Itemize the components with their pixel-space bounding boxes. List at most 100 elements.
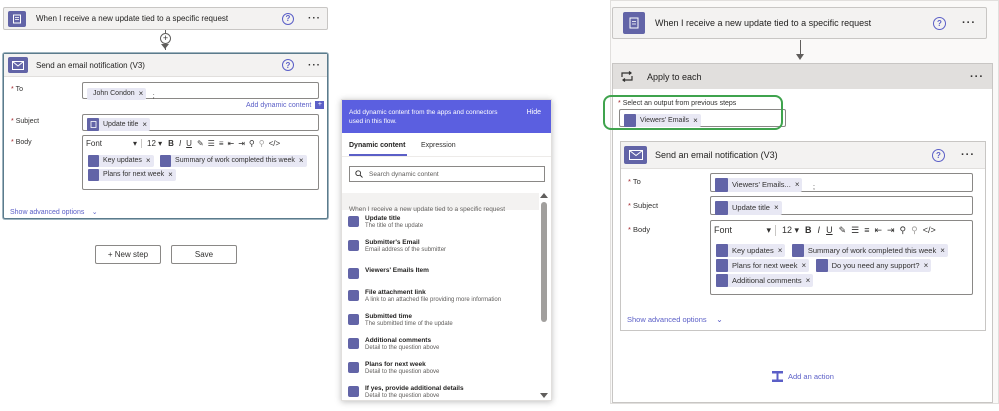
- dynamic-item[interactable]: If yes, provide additional details Detail…: [348, 385, 537, 399]
- add-dynamic-content-link[interactable]: Add dynamic content +: [246, 101, 325, 109]
- scroll-up-icon[interactable]: [540, 193, 548, 198]
- underline-button[interactable]: U: [826, 225, 833, 235]
- tab-dynamic-content[interactable]: Dynamic content: [349, 142, 405, 149]
- pen-icon[interactable]: ✎: [197, 139, 204, 148]
- remove-token-icon[interactable]: ×: [168, 168, 173, 182]
- bold-button[interactable]: B: [168, 139, 174, 148]
- body-editor[interactable]: Font ▾ 12 ▾ B I U ✎ ☰ ≡ ⇤ ⇥ ⚲ ⚲ </> Key u…: [82, 135, 319, 190]
- indent-icon[interactable]: ⇤: [228, 139, 235, 148]
- subject-field[interactable]: Update title ×: [710, 196, 973, 215]
- unlink-icon[interactable]: ⚲: [911, 225, 918, 236]
- hide-button[interactable]: Hide: [527, 109, 541, 116]
- insert-step-icon[interactable]: +: [160, 33, 171, 44]
- recipient-token[interactable]: John Condon ×: [87, 87, 147, 100]
- body-token[interactable]: Key updates ×: [716, 243, 786, 258]
- dynamic-item[interactable]: Plans for next week Detail to the questio…: [348, 361, 537, 375]
- font-size-select[interactable]: 12 ▾: [147, 139, 162, 148]
- italic-button[interactable]: I: [179, 139, 181, 148]
- font-select[interactable]: Font ▾: [714, 224, 776, 236]
- body-label: * Body: [11, 139, 32, 146]
- body-token[interactable]: Summary of work completed this week ×: [791, 243, 948, 258]
- scroll-down-icon[interactable]: [540, 393, 548, 398]
- dynamic-item[interactable]: File attachment link A link to an attache…: [348, 289, 537, 303]
- scrollbar[interactable]: [540, 193, 548, 398]
- trigger-card-left[interactable]: When I receive a new update tied to a sp…: [3, 7, 328, 30]
- help-icon[interactable]: ?: [282, 12, 294, 25]
- remove-token-icon[interactable]: ×: [924, 258, 929, 273]
- show-advanced-options-link[interactable]: Show advanced options ⌄: [627, 309, 723, 327]
- tab-expression[interactable]: Expression: [421, 142, 456, 149]
- bullets-icon[interactable]: ☰: [208, 139, 215, 148]
- link-icon[interactable]: ⚲: [249, 139, 255, 148]
- dynamic-item[interactable]: Submitted time The submitted time of the …: [348, 313, 537, 327]
- body-token[interactable]: Additional comments ×: [716, 273, 814, 288]
- more-options-icon[interactable]: ···: [970, 71, 984, 83]
- outdent-icon[interactable]: ⇥: [238, 139, 245, 148]
- highlight-outline: [603, 95, 783, 130]
- search-input[interactable]: Search dynamic content: [349, 166, 545, 182]
- remove-token-icon[interactable]: ×: [774, 203, 779, 212]
- new-step-button[interactable]: + New step: [95, 245, 161, 264]
- scroll-thumb[interactable]: [541, 202, 547, 322]
- panel-tabs: Dynamic content Expression: [342, 133, 551, 157]
- recipient-token[interactable]: Viewers' Emails... ×: [715, 177, 803, 192]
- add-action-icon: [772, 371, 783, 382]
- subject-field[interactable]: Update title ×: [82, 114, 319, 132]
- help-icon[interactable]: ?: [282, 59, 294, 71]
- more-options-icon[interactable]: ···: [308, 13, 321, 24]
- font-size-select[interactable]: 12 ▾: [782, 225, 799, 236]
- remove-token-icon[interactable]: ×: [146, 154, 151, 168]
- underline-button[interactable]: U: [186, 139, 192, 148]
- more-options-icon[interactable]: ···: [962, 17, 976, 29]
- remove-token-icon[interactable]: ×: [778, 243, 783, 258]
- italic-button[interactable]: I: [818, 225, 821, 235]
- help-icon[interactable]: ?: [933, 16, 946, 30]
- code-view-icon[interactable]: </>: [269, 139, 281, 148]
- more-options-icon[interactable]: ···: [961, 149, 975, 161]
- font-select[interactable]: Font ▾: [86, 139, 142, 148]
- body-token[interactable]: Key updates ×: [88, 154, 154, 168]
- remove-token-icon[interactable]: ×: [142, 120, 147, 129]
- outdent-icon[interactable]: ⇥: [887, 225, 895, 236]
- formatting-toolbar: Font ▾ 12 ▾ B I U ✎ ☰ ≡ ⇤ ⇥ ⚲ ⚲ </>: [83, 136, 318, 151]
- subject-token[interactable]: Update title ×: [87, 118, 151, 132]
- bullets-icon[interactable]: ☰: [851, 225, 859, 236]
- pen-icon[interactable]: ✎: [839, 225, 847, 236]
- active-tab-underline: [349, 154, 407, 156]
- body-token[interactable]: Plans for next week ×: [716, 258, 810, 273]
- bold-button[interactable]: B: [805, 225, 812, 235]
- form-icon: [348, 314, 359, 325]
- to-field[interactable]: John Condon × ;: [82, 82, 319, 100]
- trigger-title: When I receive a new update tied to a sp…: [655, 18, 872, 28]
- numbered-list-icon[interactable]: ≡: [219, 139, 224, 148]
- code-view-icon[interactable]: </>: [923, 225, 936, 235]
- more-options-icon[interactable]: ···: [308, 60, 321, 71]
- dynamic-item[interactable]: Viewers' Emails Item: [348, 267, 537, 279]
- dynamic-item[interactable]: Update title The title of the update: [348, 215, 537, 229]
- subject-token[interactable]: Update title ×: [715, 200, 782, 215]
- remove-token-icon[interactable]: ×: [801, 258, 806, 273]
- remove-token-icon[interactable]: ×: [299, 154, 304, 168]
- to-field[interactable]: Viewers' Emails... × ;: [710, 173, 973, 192]
- remove-token-icon[interactable]: ×: [806, 273, 811, 288]
- show-advanced-options-link[interactable]: Show advanced options ⌄: [10, 201, 98, 219]
- remove-token-icon[interactable]: ×: [940, 243, 945, 258]
- help-icon[interactable]: ?: [932, 148, 945, 162]
- remove-token-icon[interactable]: ×: [139, 89, 144, 98]
- body-token[interactable]: Plans for next week ×: [88, 168, 176, 182]
- remove-token-icon[interactable]: ×: [795, 180, 800, 189]
- body-token[interactable]: Do you need any support? ×: [815, 258, 932, 273]
- to-label: * To: [11, 86, 23, 93]
- numbered-list-icon[interactable]: ≡: [864, 225, 869, 235]
- trigger-card-right[interactable]: When I receive a new update tied to a sp…: [612, 7, 987, 39]
- body-editor[interactable]: Font ▾ 12 ▾ B I U ✎ ☰ ≡ ⇤ ⇥ ⚲ ⚲ </> Key u…: [710, 220, 973, 295]
- save-button[interactable]: Save: [171, 245, 237, 264]
- unlink-icon[interactable]: ⚲: [259, 139, 265, 148]
- dynamic-item[interactable]: Additional comments Detail to the questio…: [348, 337, 537, 351]
- body-token[interactable]: Summary of work completed this week ×: [160, 154, 307, 168]
- link-icon[interactable]: ⚲: [900, 225, 907, 236]
- dynamic-item[interactable]: Submitter's Email Email address of the su…: [348, 239, 537, 253]
- add-an-action-button[interactable]: Add an action: [771, 370, 834, 383]
- body-label: * Body: [628, 225, 651, 234]
- indent-icon[interactable]: ⇤: [874, 225, 882, 236]
